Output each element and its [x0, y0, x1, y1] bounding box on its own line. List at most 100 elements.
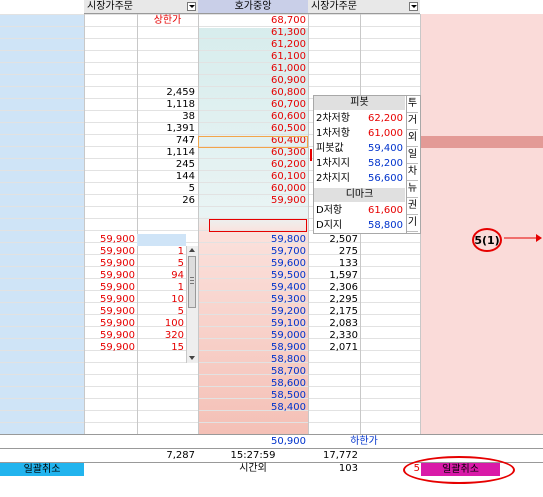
ask-price[interactable]: 61,300	[198, 27, 306, 39]
bid-price[interactable]: 59,600	[198, 258, 306, 270]
dropdown-arrow-icon[interactable]	[187, 2, 196, 11]
order-count[interactable]: 100	[137, 318, 184, 330]
order-count[interactable]: 10	[137, 294, 184, 306]
ask-row[interactable]: 61,200	[0, 39, 543, 51]
order-price[interactable]	[84, 378, 135, 390]
side-tab[interactable]: 뉴	[407, 181, 418, 198]
order-price[interactable]: 59,900	[84, 234, 135, 246]
bid-row[interactable]: 59,900 1 59,700 275	[0, 246, 543, 258]
bid-row[interactable]: 58,600	[0, 378, 543, 390]
order-price[interactable]	[84, 390, 135, 402]
bid-row[interactable]: 59,900 1 59,400 2,306	[0, 282, 543, 294]
header-right[interactable]: 시장가주문	[308, 0, 420, 14]
order-count[interactable]	[137, 378, 184, 390]
bid-price[interactable]: 58,800	[198, 354, 306, 366]
order-price[interactable]: 59,900	[84, 342, 135, 354]
ask-row[interactable]: 1,118 60,700	[0, 99, 543, 111]
order-count[interactable]: 94	[137, 270, 184, 282]
bid-price[interactable]: 59,300	[198, 294, 306, 306]
bid-price[interactable]: 58,700	[198, 366, 306, 378]
side-tab[interactable]: 투	[407, 96, 418, 113]
bid-row[interactable]: 59,900 320 59,000 2,330	[0, 330, 543, 342]
bid-row[interactable]: 59,900 100 59,100 2,083	[0, 318, 543, 330]
ask-price[interactable]: 60,800	[198, 87, 306, 99]
ask-price[interactable]: 60,700	[198, 99, 306, 111]
ask-row[interactable]: 245 60,200	[0, 159, 543, 171]
bid-row[interactable]: 59,900 5 59,200 2,175	[0, 306, 543, 318]
order-price[interactable]: 59,900	[84, 330, 135, 342]
bid-row[interactable]: 59,900 94 59,500 1,597	[0, 270, 543, 282]
bid-price[interactable]: 59,700	[198, 246, 306, 258]
order-count[interactable]	[137, 402, 184, 414]
ask-price[interactable]: 60,500	[198, 123, 306, 135]
ask-price[interactable]: 60,900	[198, 75, 306, 87]
ask-price[interactable]: 61,200	[198, 39, 306, 51]
ask-row[interactable]: 144 60,100	[0, 171, 543, 183]
bid-price[interactable]: 59,500	[198, 270, 306, 282]
scroll-up-icon[interactable]	[189, 248, 195, 252]
order-count[interactable]: 1	[137, 246, 184, 258]
side-tab[interactable]: 기	[407, 215, 418, 232]
ask-row[interactable]: 1,114 60,300	[0, 147, 543, 159]
ask-row[interactable]: 60,900	[0, 75, 543, 87]
order-price[interactable]: 59,900	[84, 318, 135, 330]
ask-price[interactable]: 60,100	[198, 171, 306, 183]
bid-price[interactable]: 59,100	[198, 318, 306, 330]
order-price[interactable]: 59,900	[84, 282, 135, 294]
order-count[interactable]: 15	[137, 342, 184, 354]
side-tab[interactable]: 외	[407, 130, 418, 147]
bid-price[interactable]: 59,800	[198, 234, 306, 246]
ask-row[interactable]: 38 60,600	[0, 111, 543, 123]
scroll-thumb[interactable]	[188, 256, 196, 308]
bid-price[interactable]: 58,600	[198, 378, 306, 390]
order-count[interactable]: 5	[137, 258, 184, 270]
order-price[interactable]: 59,900	[84, 306, 135, 318]
ask-price[interactable]: 60,000	[198, 183, 306, 195]
order-price[interactable]	[84, 402, 135, 414]
side-tab[interactable]: 거	[407, 113, 418, 130]
dropdown-arrow-icon[interactable]	[409, 2, 418, 11]
order-price[interactable]: 59,900	[84, 258, 135, 270]
side-tab[interactable]: 일	[407, 147, 418, 164]
ask-row[interactable]: 2,459 60,800	[0, 87, 543, 99]
scroll-down-icon[interactable]	[189, 356, 195, 360]
bid-row[interactable]: 59,900 15 58,900 2,071	[0, 342, 543, 354]
bid-row[interactable]: 59,900 5 59,600 133	[0, 258, 543, 270]
ask-price[interactable]: 60,300	[198, 147, 306, 159]
side-tab[interactable]: 차	[407, 164, 418, 181]
ask-price[interactable]: 59,900	[198, 195, 306, 207]
order-count[interactable]	[137, 390, 184, 402]
header-left[interactable]: 시장가주문	[84, 0, 198, 14]
ask-price[interactable]: 61,100	[198, 51, 306, 63]
order-price[interactable]	[84, 366, 135, 378]
bid-price[interactable]: 59,400	[198, 282, 306, 294]
ask-row[interactable]: 61,100	[0, 51, 543, 63]
bid-row[interactable]: 58,500	[0, 390, 543, 402]
bid-row[interactable]: 58,400	[0, 402, 543, 414]
bid-price[interactable]: 59,000	[198, 330, 306, 342]
side-tab[interactable]: 권	[407, 198, 418, 215]
ask-row[interactable]: 61,300	[0, 27, 543, 39]
bid-price[interactable]: 58,500	[198, 390, 306, 402]
ask-row[interactable]: 26 59,900	[0, 195, 543, 207]
order-count[interactable]: 1	[137, 282, 184, 294]
ask-row[interactable]: 1,391 60,500	[0, 123, 543, 135]
bid-row[interactable]: 59,900 10 59,300 2,295	[0, 294, 543, 306]
bid-row[interactable]: 59,900159,8002,507	[0, 234, 543, 246]
ask-price[interactable]: 60,200	[198, 159, 306, 171]
bid-price[interactable]: 58,400	[198, 402, 306, 414]
bid-price[interactable]: 59,200	[198, 306, 306, 318]
order-price[interactable]: 59,900	[84, 270, 135, 282]
ask-price[interactable]: 60,600	[198, 111, 306, 123]
bid-row[interactable]: 58,800	[0, 354, 543, 366]
bid-price[interactable]: 58,900	[198, 342, 306, 354]
order-list-scrollbar[interactable]	[186, 246, 198, 363]
ask-row[interactable]: 5 60,000	[0, 183, 543, 195]
ask-row[interactable]: 61,000	[0, 63, 543, 75]
order-count[interactable]	[137, 354, 184, 366]
order-price[interactable]: 59,900	[84, 294, 135, 306]
order-count[interactable]: 320	[137, 330, 184, 342]
bid-row[interactable]: 58,700	[0, 366, 543, 378]
order-price[interactable]: 59,900	[84, 246, 135, 258]
ask-price[interactable]: 61,000	[198, 63, 306, 75]
